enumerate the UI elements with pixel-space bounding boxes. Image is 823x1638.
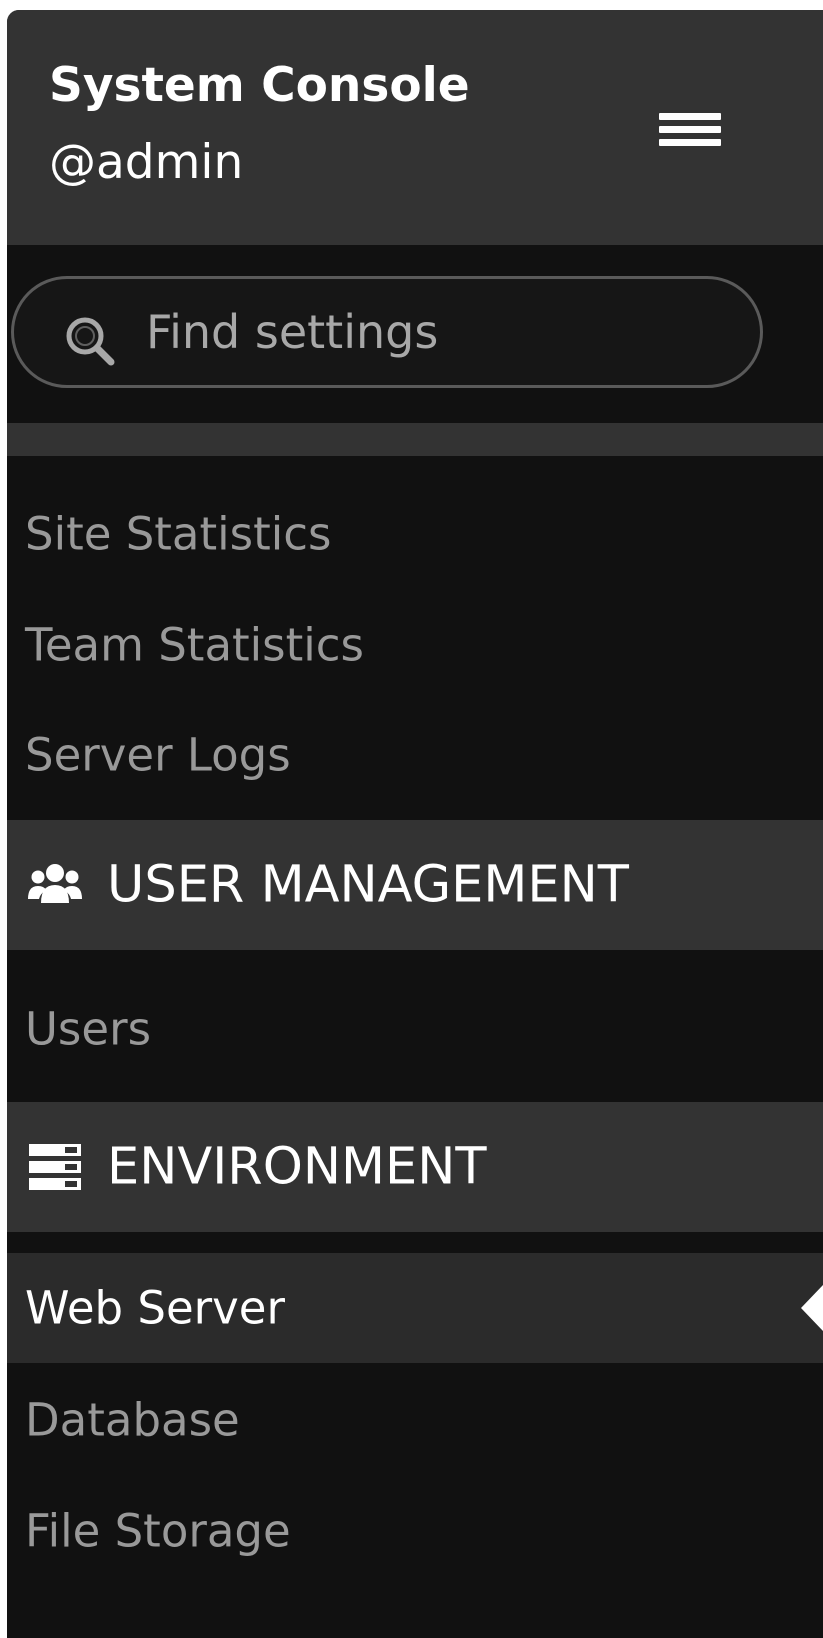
sidebar-item-label: Users [25, 1002, 152, 1056]
sidebar-item-label: Site Statistics [25, 507, 332, 561]
sidebar-item-label: Team Statistics [25, 618, 364, 672]
sidebar-item-web-server[interactable]: Web Server [7, 1253, 823, 1363]
search-area [7, 245, 823, 423]
sidebar-item-team-statistics[interactable]: Team Statistics [7, 590, 823, 700]
current-username: @admin [49, 135, 244, 190]
section-title: ENVIRONMENT [107, 1137, 487, 1197]
sidebar-item-users[interactable]: Users [7, 974, 823, 1084]
users-icon [28, 864, 82, 903]
sidebar-item-file-storage[interactable]: File Storage [7, 1476, 823, 1586]
section-header-environment: ENVIRONMENT [7, 1102, 823, 1232]
active-indicator [801, 1285, 823, 1331]
sidebar-item-server-logs[interactable]: Server Logs [7, 700, 823, 810]
sidebar-item-label: Web Server [25, 1281, 285, 1335]
console-title: System Console [49, 58, 470, 113]
sidebar-header: System Console @admin [7, 10, 823, 245]
search-input[interactable] [146, 279, 726, 385]
section-title: USER MANAGEMENT [107, 855, 629, 915]
search-icon [66, 317, 115, 366]
search-box[interactable] [11, 276, 763, 388]
section-divider [7, 423, 823, 456]
server-icon [29, 1144, 81, 1190]
section-header-user-management: USER MANAGEMENT [7, 820, 823, 950]
sidebar-item-label: File Storage [25, 1504, 291, 1558]
hamburger-icon[interactable] [653, 105, 723, 153]
sidebar-item-label: Database [25, 1393, 240, 1447]
sidebar-item-label: Server Logs [25, 728, 291, 782]
system-console-sidebar: System Console @admin Site Statistics Te… [7, 10, 823, 1638]
sidebar-item-database[interactable]: Database [7, 1365, 823, 1475]
sidebar-item-site-statistics[interactable]: Site Statistics [7, 479, 823, 589]
